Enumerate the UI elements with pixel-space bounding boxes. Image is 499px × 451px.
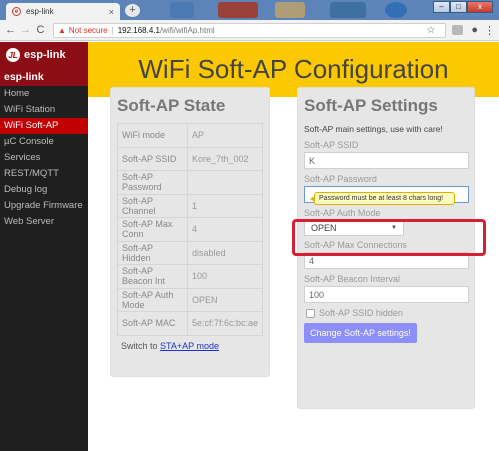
settings-intro: Soft-AP main settings, use with care!	[304, 124, 443, 134]
state-value: AP	[186, 123, 264, 148]
new-tab-button[interactable]: +	[125, 4, 140, 17]
sidebar-logo[interactable]: JL esp-link	[0, 42, 88, 68]
warning-triangle-icon: ▲	[58, 25, 66, 35]
state-value: 4	[186, 217, 264, 242]
switch-sta-ap-link[interactable]: STA+AP mode	[160, 341, 219, 351]
state-key: Soft-AP Hidden	[117, 240, 188, 265]
state-value: 100	[186, 264, 264, 289]
sidebar-item-uc-console[interactable]: µC Console	[0, 134, 88, 150]
change-settings-button[interactable]: Change Soft-AP settings!	[304, 323, 417, 343]
state-key: Soft-AP Auth Mode	[117, 287, 188, 312]
table-row: Soft-AP Max Conn 4	[117, 217, 264, 242]
password-validation-tooltip: Password must be at least 8 chars long!	[310, 192, 455, 205]
state-key: Soft-AP Max Conn	[117, 217, 188, 242]
table-row: Soft-AP Channel 1	[117, 193, 264, 218]
sidebar-heading[interactable]: esp-link	[0, 68, 88, 86]
taskbar-app-icon	[218, 2, 258, 18]
auth-mode-label: Soft-AP Auth Mode	[304, 208, 381, 218]
address-bar: ← → C ▲ Not secure | 192.168.4.1 /wifi/w…	[0, 20, 499, 41]
url-host: 192.168.4.1	[117, 25, 160, 35]
logo-text: esp-link	[24, 49, 66, 61]
table-row: Soft-AP Hidden disabled	[117, 240, 264, 265]
sidebar-item-wifi-soft-ap[interactable]: WiFi Soft-AP	[0, 118, 88, 134]
settings-title: Soft-AP Settings	[304, 96, 438, 115]
ssid-input[interactable]: K	[304, 152, 469, 169]
password-label: Soft-AP Password	[304, 174, 377, 184]
extension-icon[interactable]	[452, 25, 464, 35]
state-value: Kore_7th_002	[186, 146, 264, 171]
password-highlight-box	[292, 219, 486, 256]
forward-arrow-icon[interactable]: →	[19, 24, 32, 36]
state-table: WiFi mode AP Soft-AP SSID Kore_7th_002 Sof…	[117, 123, 264, 336]
state-value: 5e:cf:7f:6c:bc:ae	[186, 311, 264, 336]
url-separator: |	[111, 25, 114, 35]
state-key: Soft-AP Channel	[117, 193, 188, 218]
window-controls: – □ x	[433, 1, 493, 13]
reload-icon[interactable]: C	[34, 24, 47, 36]
sidebar-item-rest-mqtt[interactable]: REST/MQTT	[0, 166, 88, 182]
sidebar-item-wifi-station[interactable]: WiFi Station	[0, 102, 88, 118]
switch-prefix: Switch to	[121, 340, 161, 351]
sidebar-item-home[interactable]: Home	[0, 86, 88, 102]
minimize-button[interactable]: –	[433, 1, 450, 13]
state-key: Soft-AP SSID	[117, 146, 188, 171]
close-window-button[interactable]: x	[467, 1, 493, 13]
not-secure-label: Not secure	[68, 25, 108, 35]
table-row: Soft-AP SSID Kore_7th_002	[117, 146, 264, 171]
browser-tab[interactable]: e esp-link ×	[6, 3, 120, 20]
url-path: /wifi/wifiAp.html	[159, 25, 215, 35]
table-row: Soft-AP Password	[117, 170, 264, 195]
state-key: Soft-AP Beacon Int	[117, 264, 188, 289]
state-value: 1	[186, 193, 264, 218]
table-row: Soft-AP Beacon Int 100	[117, 264, 264, 289]
state-value: OPEN	[186, 287, 264, 312]
state-key: Soft-AP MAC	[117, 311, 188, 336]
taskbar-app-icon	[275, 2, 305, 18]
taskbar-app-icon	[385, 2, 407, 18]
beacon-interval-input[interactable]: 100	[304, 286, 469, 303]
sidebar: JL esp-link esp-link Home WiFi Station W…	[0, 42, 88, 451]
omnibox-actions: ☆	[426, 25, 441, 36]
back-arrow-icon[interactable]: ←	[4, 24, 17, 36]
state-key: Soft-AP Password	[117, 170, 188, 195]
jeelabs-logo-icon: JL	[6, 48, 20, 62]
bookmark-star-icon[interactable]: ☆	[426, 25, 435, 36]
ssid-hidden-checkbox[interactable]	[306, 308, 315, 318]
ssid-hidden-label: Soft-AP SSID hidden	[319, 308, 403, 318]
browser-tab-strip: e esp-link × + – □ x	[0, 0, 499, 20]
state-value: disabled	[186, 240, 264, 265]
ssid-hidden-row: Soft-AP SSID hidden	[304, 308, 468, 318]
soft-ap-state-card: Soft-AP State WiFi mode AP Soft-AP SSID Ko…	[110, 87, 270, 377]
table-row: WiFi mode AP	[117, 123, 264, 148]
taskbar-app-icon	[330, 2, 366, 18]
sidebar-item-debug-log[interactable]: Debug log	[0, 182, 88, 198]
page-title: WiFi Soft-AP Configuration	[138, 54, 449, 84]
ssid-label: Soft-AP SSID	[304, 140, 359, 150]
kebab-menu-icon[interactable]: ⋮	[484, 24, 495, 37]
url-field[interactable]: ▲ Not secure | 192.168.4.1 /wifi/wifiAp.…	[53, 22, 447, 38]
state-title: Soft-AP State	[117, 96, 226, 115]
esp-link-favicon-icon: e	[12, 7, 21, 16]
state-value	[186, 170, 264, 195]
sidebar-item-web-server[interactable]: Web Server	[0, 214, 88, 230]
taskbar-app-icon	[170, 2, 194, 18]
sidebar-item-services[interactable]: Services	[0, 150, 88, 166]
table-row: Soft-AP Auth Mode OPEN	[117, 287, 264, 312]
table-row: Soft-AP MAC 5e:cf:7f:6c:bc:ae	[117, 311, 264, 336]
beacon-interval-label: Soft-AP Beacon Interval	[304, 274, 400, 284]
profile-avatar-icon[interactable]: ●	[471, 24, 478, 36]
tab-close-icon[interactable]: ×	[109, 7, 114, 17]
switch-mode-row: Switch to STA+AP mode	[117, 341, 263, 351]
maximize-button[interactable]: □	[450, 1, 467, 13]
sidebar-item-upgrade-firmware[interactable]: Upgrade Firmware	[0, 198, 88, 214]
tab-title: esp-link	[26, 7, 54, 16]
state-key: WiFi mode	[117, 123, 188, 148]
